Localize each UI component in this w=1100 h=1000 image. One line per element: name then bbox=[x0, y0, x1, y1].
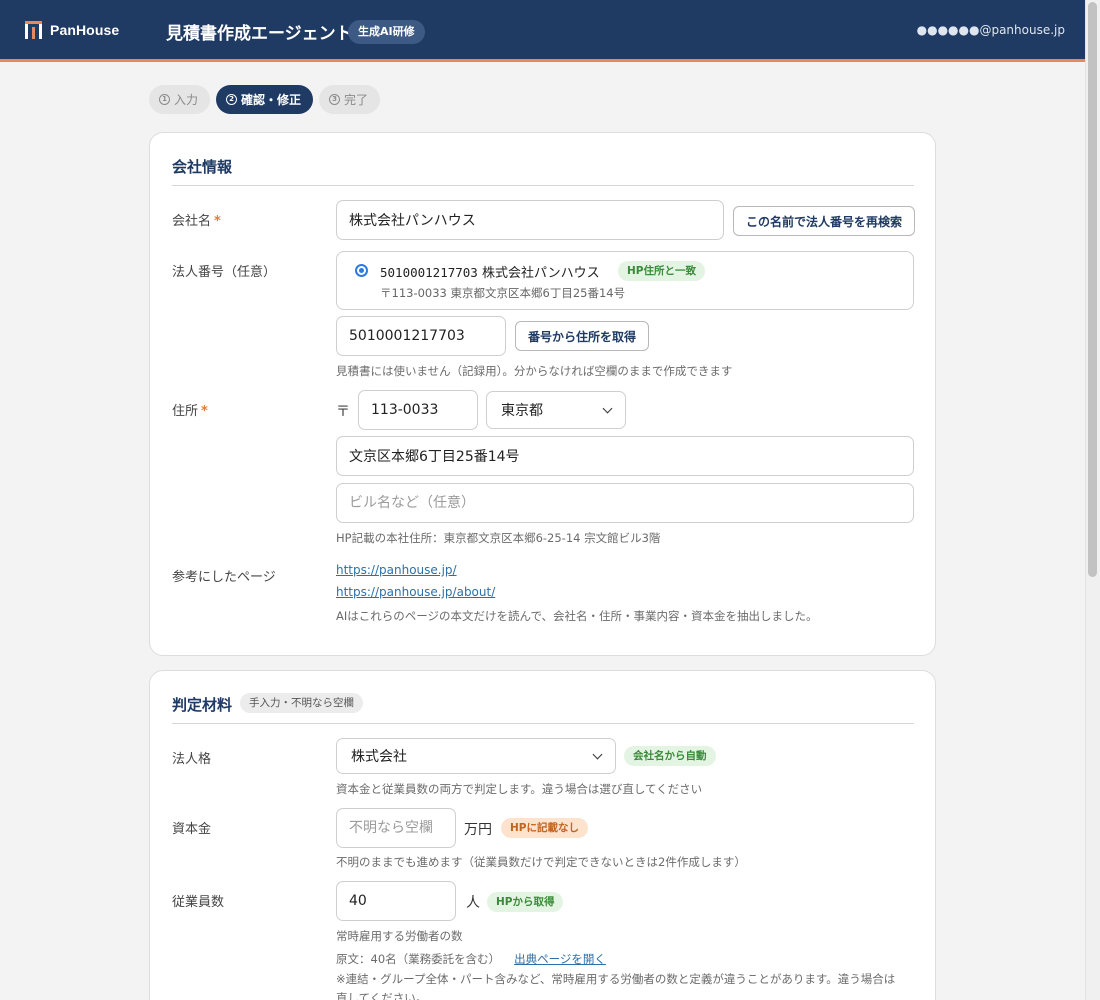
step-label: 完了 bbox=[344, 93, 369, 107]
corp-number-label: 法人番号（任意） bbox=[172, 265, 277, 280]
entity-help: 資本金と従業員数の両方で判定します。違う場合は選び直してください bbox=[336, 782, 703, 796]
entity-label: 法人格 bbox=[172, 752, 212, 767]
entity-select[interactable]: 株式会社 bbox=[336, 738, 616, 774]
ref-link[interactable]: https://panhouse.jp/about/ bbox=[336, 585, 495, 599]
corp-candidate-option[interactable]: 5010001217703 株式会社パンハウス HP住所と一致 〒113-003… bbox=[336, 251, 914, 310]
required-mark: * bbox=[201, 404, 208, 419]
employees-source-tag: HPから取得 bbox=[487, 892, 564, 912]
capital-unit: 万円 bbox=[464, 822, 492, 838]
ref-link[interactable]: https://panhouse.jp/ bbox=[336, 563, 457, 577]
employees-note: ※連結・グループ全体・パート含みなど、常時雇用する労働者の数と定義が違うことがあ… bbox=[336, 972, 896, 1000]
step-label: 入力 bbox=[174, 93, 199, 107]
section-title: 判定材料 bbox=[172, 696, 233, 714]
company-name-input[interactable] bbox=[336, 200, 724, 240]
building-input[interactable] bbox=[336, 483, 914, 523]
step-input[interactable]: 1 入力 bbox=[149, 85, 211, 114]
candidate-title: 5010001217703 株式会社パンハウス bbox=[380, 262, 600, 281]
entity-auto-tag: 会社名から自動 bbox=[624, 746, 716, 766]
capital-label: 資本金 bbox=[172, 822, 212, 837]
postal-mark: 〒 bbox=[336, 404, 350, 420]
app-header: PanHouse 見積書作成エージェント 生成AI研修 ●●●●●●@panho… bbox=[0, 0, 1085, 62]
candidate-name: 株式会社パンハウス bbox=[481, 266, 600, 281]
postal-code-input[interactable] bbox=[358, 390, 478, 430]
refs-help: AIはこれらのページの本文だけを読んで、会社名・住所・事業内容・資本金を抽出しま… bbox=[336, 609, 818, 623]
training-badge: 生成AI研修 bbox=[348, 20, 425, 44]
section-divider bbox=[172, 185, 914, 186]
company-name-label: 会社名 * bbox=[172, 214, 221, 229]
step-complete[interactable]: 3 完了 bbox=[319, 85, 381, 114]
candidate-radio[interactable] bbox=[355, 264, 368, 277]
corp-number-help: 見積書には使いません（記録用）。分からなければ空欄のままで作成できます bbox=[336, 364, 733, 378]
section-tag: 手入力・不明なら空欄 bbox=[240, 693, 363, 713]
logo-text: PanHouse bbox=[50, 22, 120, 38]
prefecture-select[interactable]: 東京都 bbox=[486, 391, 626, 429]
candidate-address: 〒113-0033 東京都文京区本郷6丁目25番14号 bbox=[380, 286, 626, 300]
source-page-link[interactable]: 出典ページを開く bbox=[514, 952, 606, 966]
address-line-input[interactable] bbox=[336, 436, 914, 476]
company-info-card: 会社情報 会社名* この名前で法人番号を再検索 法人番号（任意） 5010001… bbox=[149, 132, 936, 656]
candidate-number: 5010001217703 bbox=[380, 265, 478, 280]
scrollbar-thumb[interactable] bbox=[1088, 2, 1097, 577]
prefecture-value: 東京都 bbox=[501, 403, 543, 419]
panhouse-logo-icon bbox=[24, 20, 44, 40]
employees-source: 原文：40名（業務委託を含む） 出典ページを開く bbox=[336, 952, 606, 966]
match-tag: HP住所と一致 bbox=[618, 261, 705, 281]
section-divider bbox=[172, 723, 914, 724]
app-title: 見積書作成エージェント bbox=[166, 24, 353, 44]
capital-missing-tag: HPに記載なし bbox=[501, 818, 588, 838]
judgement-card: 判定材料 手入力・不明なら空欄 法人格 株式会社 会社名から自動 資本金と従業員… bbox=[149, 670, 936, 1000]
refs-label: 参考にしたページ bbox=[172, 570, 276, 585]
fetch-address-button[interactable]: 番号から住所を取得 bbox=[515, 321, 650, 351]
step-confirm[interactable]: 2 確認・修正 bbox=[216, 85, 314, 114]
step-number-icon: 3 bbox=[329, 94, 341, 105]
capital-help: 不明のままでも進めます（従業員数だけで判定できないときは2件作成します） bbox=[336, 855, 746, 869]
employees-input[interactable] bbox=[336, 881, 456, 921]
research-corp-number-button[interactable]: この名前で法人番号を再検索 bbox=[733, 206, 916, 236]
address-help: HP記載の本社住所：東京都文京区本郷6-25-14 宗文館ビル3階 bbox=[336, 531, 661, 545]
progress-steps: 1 入力 2 確認・修正 3 完了 bbox=[149, 85, 381, 114]
chevron-down-icon bbox=[602, 403, 613, 413]
section-title: 会社情報 bbox=[172, 158, 233, 176]
capital-input[interactable] bbox=[336, 808, 456, 848]
entity-value: 株式会社 bbox=[351, 749, 407, 765]
address-label: 住所 * bbox=[172, 404, 208, 419]
employees-unit: 人 bbox=[466, 895, 480, 911]
chevron-down-icon bbox=[592, 749, 603, 759]
corp-number-input[interactable] bbox=[336, 316, 506, 356]
user-email: ●●●●●●@panhouse.jp bbox=[916, 23, 1065, 37]
required-mark: * bbox=[214, 214, 221, 229]
step-number-icon: 1 bbox=[159, 94, 170, 105]
employees-help: 常時雇用する労働者の数 bbox=[336, 929, 463, 943]
panhouse-logo[interactable]: PanHouse bbox=[24, 20, 119, 40]
step-number-icon: 2 bbox=[226, 94, 238, 105]
employees-label: 従業員数 bbox=[172, 895, 225, 910]
step-label: 確認・修正 bbox=[241, 93, 302, 107]
